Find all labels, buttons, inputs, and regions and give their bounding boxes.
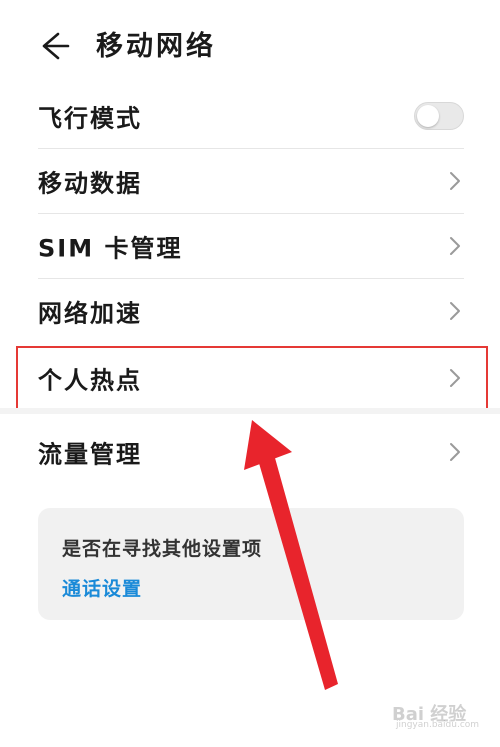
chevron-right-icon xyxy=(450,237,460,255)
suggestion-card: 是否在寻找其他设置项 通话设置 xyxy=(38,508,464,620)
back-button[interactable] xyxy=(38,26,78,66)
settings-item-sim-management[interactable]: SIM 卡管理 xyxy=(38,214,464,278)
chevron-right-icon xyxy=(450,443,460,461)
settings-item-network-acceleration[interactable]: 网络加速 xyxy=(38,279,464,343)
chevron-right-icon xyxy=(450,172,460,190)
toggle-knob xyxy=(417,105,439,127)
settings-item-label: 网络加速 xyxy=(38,299,142,328)
airplane-mode-toggle[interactable] xyxy=(414,102,464,130)
settings-item-label: 移动数据 xyxy=(38,169,142,198)
arrow-left-icon xyxy=(42,32,70,60)
watermark: Bai 经验 jingyan.baidu.com xyxy=(392,696,492,730)
settings-item-label: 飞行模式 xyxy=(38,104,142,133)
settings-item-data-usage[interactable]: 流量管理 xyxy=(38,420,464,484)
section-separator xyxy=(0,408,500,414)
call-settings-link[interactable]: 通话设置 xyxy=(62,574,142,601)
page-title: 移动网络 xyxy=(96,31,216,62)
chevron-right-icon xyxy=(450,302,460,320)
settings-item-label: SIM 卡管理 xyxy=(38,234,183,263)
header: 移动网络 xyxy=(0,0,500,90)
settings-item-label: 流量管理 xyxy=(38,440,142,469)
settings-item-airplane-mode[interactable]: 飞行模式 xyxy=(38,84,464,148)
settings-item-mobile-data[interactable]: 移动数据 xyxy=(38,149,464,213)
watermark-subtext: jingyan.baidu.com xyxy=(396,720,480,730)
suggestion-hint: 是否在寻找其他设置项 xyxy=(62,538,263,560)
highlight-box xyxy=(16,346,488,410)
